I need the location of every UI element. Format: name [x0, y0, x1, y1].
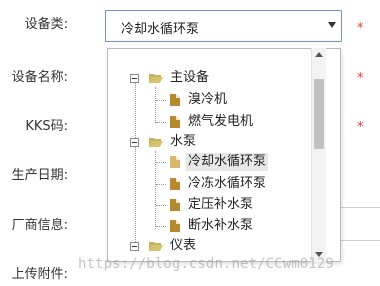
tree-node-bromine-chiller[interactable]: 溴冷机: [166, 91, 296, 109]
equipment-type-selected-value: 冷却水循环泵: [121, 22, 200, 37]
tree-node-water-pump[interactable]: 水泵: [130, 133, 290, 151]
tree-node-label: 仪表: [170, 238, 197, 253]
folder-open-icon: [149, 242, 163, 251]
tree-connector-line: [135, 82, 136, 242]
tree-node-label: 定压补水泵: [188, 197, 254, 212]
tree-node-constant-pressure-pump[interactable]: 定压补水泵: [166, 196, 316, 214]
equipment-type-select[interactable]: 冷却水循环泵: [105, 10, 342, 42]
chevron-down-icon[interactable]: [328, 22, 336, 28]
tree-node-cooling-water-pump[interactable]: 冷却水循环泵: [166, 153, 316, 171]
tree-connector-line: [156, 226, 166, 227]
tree-node-label: 水泵: [170, 134, 197, 149]
tree-connector-line: [156, 205, 166, 206]
file-icon: [170, 94, 180, 106]
file-icon: [170, 178, 180, 190]
scroll-thumb[interactable]: [314, 79, 324, 149]
tree-node-instruments[interactable]: 仪表: [130, 237, 290, 255]
collapse-icon[interactable]: [130, 242, 139, 251]
tree-node-label: 冷却水循环泵: [186, 153, 269, 171]
tree-connector-line: [156, 100, 166, 101]
label-production-date: 生产日期:: [11, 168, 68, 183]
manufacturer-info-input[interactable]: [338, 207, 380, 241]
label-kks-code: KKS码:: [25, 119, 68, 134]
label-equipment-type: 设备类:: [24, 17, 68, 32]
tree-connector-line: [156, 122, 166, 123]
tree-connector-line: [156, 184, 166, 185]
dropdown-scrollbar[interactable]: [311, 48, 326, 262]
collapse-icon[interactable]: [130, 138, 139, 147]
folder-open-icon: [149, 138, 163, 147]
required-mark-equipment-name: *: [357, 71, 364, 86]
watermark: https://blog.csdn.net/CCwm0129: [78, 256, 334, 272]
folder-open-icon: [149, 74, 163, 83]
tree-node-label: 溴冷机: [188, 92, 228, 107]
file-icon: [170, 116, 180, 128]
tree-node-label: 燃气发电机: [188, 114, 254, 129]
tree-connector-line: [155, 87, 156, 123]
collapse-icon[interactable]: [130, 74, 139, 83]
tree-node-chilled-water-pump[interactable]: 冷冻水循环泵: [166, 175, 316, 193]
form-page: 设备类: 设备名称: KKS码: 生产日期: 厂商信息: 上传附件: * * *…: [0, 0, 380, 286]
required-mark-kks-code: *: [357, 120, 364, 135]
required-mark-equipment-type: *: [357, 21, 364, 36]
tree-connector-line: [156, 162, 166, 163]
tree-node-label: 主设备: [170, 70, 210, 85]
tree-node-water-cutoff-pump[interactable]: 断水补水泵: [166, 217, 316, 235]
file-icon: [170, 220, 180, 232]
scroll-up-arrow-icon[interactable]: [315, 52, 323, 57]
label-manufacturer-info: 厂商信息:: [11, 218, 68, 233]
tree-node-main-equipment[interactable]: 主设备: [130, 69, 290, 87]
tree-node-label: 断水补水泵: [188, 218, 254, 233]
equipment-type-dropdown: 主设备 溴冷机 燃气发电机 水泵 冷却水循环泵 冷冻水循环泵 定压补水泵 断水补…: [107, 48, 341, 262]
label-equipment-name: 设备名称:: [11, 70, 68, 85]
file-icon: [170, 199, 180, 211]
tree-node-gas-generator[interactable]: 燃气发电机: [166, 113, 296, 131]
file-icon: [170, 156, 180, 168]
label-upload-attachment: 上传附件:: [11, 267, 68, 282]
tree-node-label: 冷冻水循环泵: [188, 176, 267, 191]
